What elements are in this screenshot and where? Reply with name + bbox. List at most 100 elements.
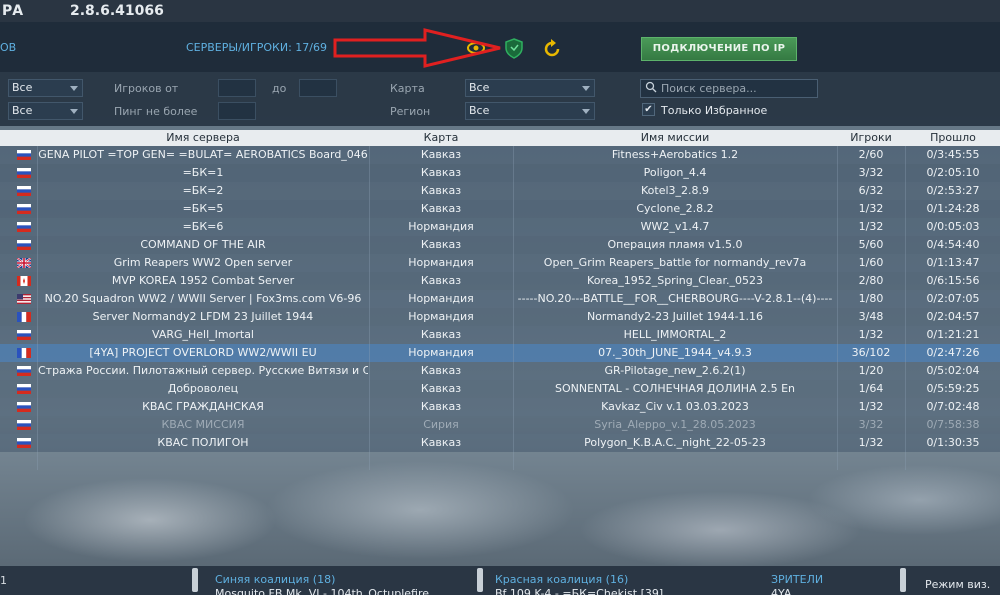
elapsed-time: 0/3:45:55 [926,148,980,161]
table-row[interactable]: Grim Reapers WW2 Open server Нормандия Ope… [0,254,1000,272]
table-row[interactable]: COMMAND OF THE AIR Кавказ Операция пламя v… [0,236,1000,254]
elapsed-time: 0/4:54:40 [926,238,980,251]
elapsed-time: 0/2:47:26 [926,346,980,359]
chevron-down-icon [582,109,590,114]
server-map: Нормандия [408,292,474,305]
chevron-down-icon [582,86,590,91]
region-label: Регион [390,105,431,118]
mission-name: Fitness+Aerobatics 1.2 [611,148,739,161]
server-map: Кавказ [420,382,462,395]
player-count: 6/32 [858,184,884,197]
player-count: 1/64 [858,382,884,395]
column-divider [513,146,514,470]
col-players[interactable]: Игроки [838,131,904,144]
mission-name: Cyclone_2.8.2 [636,202,714,215]
region-select[interactable]: Все [465,102,595,120]
table-row[interactable]: Стража России. Пилотажный сервер. Русски… [0,362,1000,380]
flag-icon [17,204,31,214]
table-row[interactable]: КВАС ГРАЖДАНСКАЯ Кавказ Kavkaz_Civ v.1 03.… [0,398,1000,416]
table-row[interactable]: =БК=5 Кавказ Cyclone_2.8.2 1/32 0/1:24:28 [0,200,1000,218]
server-map: Кавказ [420,148,462,161]
table-row[interactable]: КВАС ПОЛИГОН Кавказ Polygon_K.B.A.C._night… [0,434,1000,452]
ping-label: Пинг не более [114,105,198,118]
table-row[interactable]: VARG_Hell_Imortal Кавказ HELL_IMMORTAL_2 1/… [0,326,1000,344]
mission-name: GR-Pilotage_new_2.6.2(1) [604,364,746,377]
connect-by-ip-button[interactable]: ПОДКЛЮЧЕНИЕ ПО IP [641,37,797,61]
version-label: 2.8.6.41066 [70,3,164,19]
flag-icon [17,168,31,178]
flag-icon [17,420,31,430]
server-search-input[interactable]: Поиск сервера... [640,79,818,98]
player-count: 1/80 [858,292,884,305]
table-row[interactable]: [4YA] PROJECT OVERLORD WW2/WWII EU Норман… [0,344,1000,362]
server-name: =БК=2 [182,184,224,197]
col-elapsed[interactable]: Прошло [906,131,1000,144]
ping-input[interactable] [218,102,256,120]
table-row[interactable]: GENA PILOT =TOP GEN= =BULAT= AEROBATICS … [0,146,1000,164]
favorites-checkbox[interactable]: ✔ [642,103,655,116]
flag-icon [17,384,31,394]
server-name: Grim Reapers WW2 Open server [113,256,293,269]
map-select[interactable]: Все [465,79,595,97]
red-player-entry[interactable]: Bf 109 K-4 - =БК=Chekist [39] [495,587,663,595]
server-map: Кавказ [420,166,462,179]
table-row[interactable]: =БК=6 Нормандия WW2_v1.4.7 1/32 0/0:05:03 [0,218,1000,236]
search-placeholder: Поиск сервера... [661,82,757,95]
filter-select-1[interactable]: Все [8,79,83,97]
filter-select-1-value: Все [12,81,33,94]
table-row[interactable]: =БК=2 Кавказ Kotel3_2.8.9 6/32 0/2:53:27 [0,182,1000,200]
elapsed-time: 0/0:05:03 [926,220,980,233]
server-map: Сирия [423,418,459,431]
elapsed-time: 0/2:53:27 [926,184,980,197]
blue-player-entry[interactable]: Mosquito FB Mk. VI - 104th_Octuplefire [215,587,429,595]
mission-name: HELL_IMMORTAL_2 [623,328,727,341]
filter-panel: Все Все Игроков от до Пинг не более Карт… [0,72,1000,126]
table-row[interactable]: NO.20 Squadron WW2 / WWII Server | Fox3m… [0,290,1000,308]
players-from-label: Игроков от [114,82,179,95]
scrollbar-handle-2[interactable] [477,568,483,592]
col-server-name[interactable]: Имя сервера [38,131,368,144]
table-row[interactable]: MVP KOREA 1952 Combat Server Кавказ Korea_… [0,272,1000,290]
player-count: 5/60 [858,238,884,251]
players-from-input[interactable] [218,79,256,97]
favorites-label: Только Избранное [661,104,768,117]
server-name: VARG_Hell_Imortal [152,328,254,341]
table-row[interactable]: =БК=1 Кавказ Poligon_4.4 3/32 0/2:05:10 [0,164,1000,182]
server-map: Кавказ [420,436,462,449]
flag-icon [17,276,31,286]
player-count: 1/32 [858,328,884,341]
server-map: Нормандия [408,346,474,359]
scrollbar-handle-3[interactable] [900,568,906,592]
bottom-left-number: 1 [0,574,7,587]
server-name: Стража России. Пилотажный сервер. Русски… [38,364,368,377]
flag-icon [17,186,31,196]
col-map[interactable]: Карта [370,131,512,144]
filter-select-2-value: Все [12,104,33,117]
mission-name: Kotel3_2.8.9 [640,184,710,197]
player-count: 1/32 [858,220,884,233]
view-mode-label: Режим виз. ра [925,578,991,595]
filter-select-2[interactable]: Все [8,102,83,120]
player-count: 1/32 [858,202,884,215]
table-row[interactable]: Доброволец Кавказ SONNENTAL - СОЛНЕЧНАЯ ДО… [0,380,1000,398]
col-mission[interactable]: Имя миссии [514,131,836,144]
server-map: Кавказ [420,184,462,197]
tab-label[interactable]: ОВ [0,41,16,54]
players-to-input[interactable] [299,79,337,97]
spectator-entry[interactable]: 4YA [771,587,791,595]
scrollbar-handle[interactable] [192,568,198,592]
column-divider [837,146,838,470]
player-count: 2/60 [858,148,884,161]
region-select-value: Все [469,104,490,117]
server-name: =БК=5 [182,202,224,215]
server-player-count: СЕРВЕРЫ/ИГРОКИ: 17/69 [186,41,327,54]
refresh-icon[interactable] [541,38,563,63]
server-map: Кавказ [420,364,462,377]
table-row[interactable]: Server Normandy2 LFDM 23 Juillet 1944 Нор… [0,308,1000,326]
flag-icon [17,150,31,160]
table-row[interactable]: КВАС МИССИЯ Сирия Syria_Aleppo_v.1_28.05.2… [0,416,1000,434]
player-count: 3/48 [858,310,884,323]
server-name: КВАС МИССИЯ [161,418,245,431]
server-name: =БК=1 [182,166,224,179]
elapsed-time: 0/2:04:57 [926,310,980,323]
